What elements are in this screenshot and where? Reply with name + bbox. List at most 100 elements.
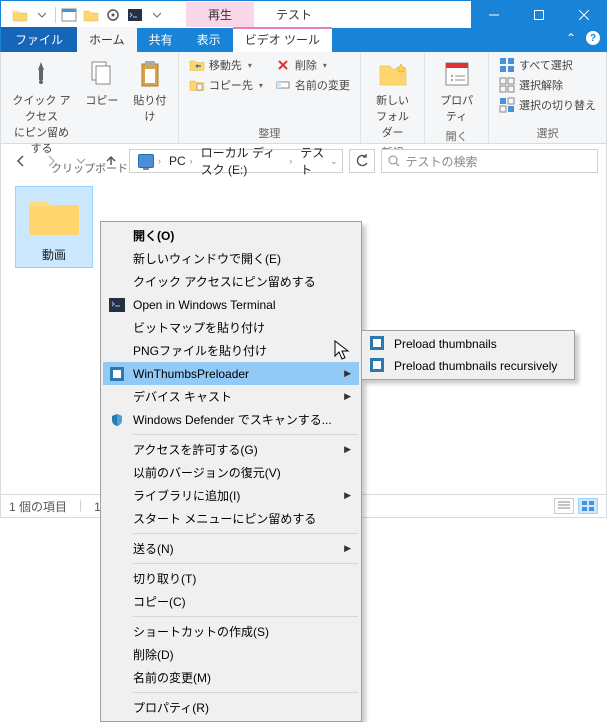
ctx-delete[interactable]: 削除(D)	[103, 643, 359, 666]
ribbon-group-clipboard: クイック アクセス にピン留めする コピー 貼り付け クリップボード	[1, 52, 179, 143]
ribbon-group-select: すべて選択 選択解除 選択の切り替え 選択	[489, 52, 606, 143]
help-icon[interactable]: ?	[586, 31, 600, 45]
view-details-button[interactable]	[554, 498, 574, 514]
ribbon-collapse-icon[interactable]: ⌃	[566, 31, 576, 45]
up-button[interactable]	[99, 149, 123, 173]
folder-item-selected[interactable]: 動画	[15, 186, 93, 268]
ctx-winthumbs[interactable]: WinThumbsPreloader▶	[103, 362, 359, 385]
new-folder-button[interactable]: 新しい フォルダー	[367, 56, 418, 142]
submenu-arrow-icon: ▶	[344, 444, 351, 455]
search-icon	[388, 155, 400, 167]
maximize-button[interactable]	[516, 1, 561, 29]
ctx-restore-prev[interactable]: 以前のバージョンの復元(V)	[103, 461, 359, 484]
shield-icon	[109, 412, 125, 428]
ctx-create-shortcut[interactable]: ショートカットの作成(S)	[103, 620, 359, 643]
select-all-button[interactable]: すべて選択	[495, 56, 600, 74]
search-box[interactable]: テストの検索	[381, 149, 599, 173]
ctx-send-to[interactable]: 送る(N)▶	[103, 537, 359, 560]
ctx-rename[interactable]: 名前の変更(M)	[103, 666, 359, 689]
folder-icon	[26, 191, 82, 237]
invert-selection-button[interactable]: 選択の切り替え	[495, 96, 600, 114]
tab-view[interactable]: 表示	[185, 27, 233, 52]
address-bar-row: › PC› ローカル ディスク (E:)› テスト ⌄ テストの検索	[0, 144, 607, 178]
ctx-copy[interactable]: コピー(C)	[103, 590, 359, 613]
ctx-add-library[interactable]: ライブラリに追加(I)▶	[103, 484, 359, 507]
sub-preload[interactable]: Preload thumbnails	[364, 333, 572, 355]
ctx-pin-quick-access[interactable]: クイック アクセスにピン留めする	[103, 270, 359, 293]
folder-icon	[9, 4, 31, 26]
ribbon-group-open: プロパティ 開く	[425, 52, 489, 143]
properties-button[interactable]: プロパティ	[431, 56, 482, 126]
forward-button[interactable]	[39, 149, 63, 173]
breadcrumb-pc[interactable]: ›	[134, 154, 165, 168]
winthumbs-icon	[109, 366, 125, 382]
ctx-paste-png[interactable]: PNGファイルを貼り付け	[103, 339, 359, 362]
winthumbs-icon	[370, 336, 386, 352]
ctx-cut[interactable]: 切り取り(T)	[103, 567, 359, 590]
ribbon-group-organize: 移動先▾ コピー先▾ 削除▾ 名前の変更 整理	[179, 52, 361, 143]
file-tab[interactable]: ファイル	[1, 27, 77, 52]
rename-button[interactable]: 名前の変更	[271, 76, 354, 94]
pin-quick-access-button[interactable]: クイック アクセス にピン留めする	[7, 56, 76, 158]
ctx-open-terminal[interactable]: Open in Windows Terminal	[103, 293, 359, 316]
view-icons-button[interactable]	[578, 498, 598, 514]
ctx-grant-access[interactable]: アクセスを許可する(G)▶	[103, 438, 359, 461]
ctx-open[interactable]: 開く(O)	[103, 224, 359, 247]
group-label-organize: 整理	[185, 123, 354, 141]
pc-icon	[138, 154, 154, 168]
group-label-select: 選択	[495, 123, 600, 141]
search-placeholder: テストの検索	[406, 153, 478, 170]
sub-preload-recursive[interactable]: Preload thumbnails recursively	[364, 355, 572, 377]
properties-icon[interactable]	[58, 4, 80, 26]
context-tab-play: 再生	[186, 2, 254, 27]
breadcrumb-folder[interactable]: テスト	[296, 144, 330, 178]
ribbon-tabs: ファイル ホーム 共有 表示 ビデオ ツール ⌃ ?	[0, 28, 607, 52]
address-bar[interactable]: › PC› ローカル ディスク (E:)› テスト ⌄	[129, 149, 343, 173]
gear-icon[interactable]	[102, 4, 124, 26]
contextual-tab-group: 再生 テスト	[186, 2, 334, 27]
quick-access-toolbar	[1, 4, 168, 26]
new-folder-icon[interactable]	[80, 4, 102, 26]
folder-label: 動画	[20, 246, 88, 263]
down-caret-icon[interactable]	[31, 4, 53, 26]
submenu-winthumbs: Preload thumbnails Preload thumbnails re…	[361, 330, 575, 380]
move-to-button[interactable]: 移動先▾	[185, 56, 267, 74]
winthumbs-icon	[370, 358, 386, 374]
window-controls	[471, 1, 606, 29]
ribbon: クイック アクセス にピン留めする コピー 貼り付け クリップボード 移動先▾ …	[0, 52, 607, 144]
breadcrumb-pc-label[interactable]: PC›	[165, 154, 197, 168]
ctx-open-new-window[interactable]: 新しいウィンドウで開く(E)	[103, 247, 359, 270]
submenu-arrow-icon: ▶	[344, 490, 351, 501]
ctx-pin-start[interactable]: スタート メニューにピン留めする	[103, 507, 359, 530]
back-button[interactable]	[9, 149, 33, 173]
qat-dropdown-icon[interactable]	[146, 4, 168, 26]
tab-share[interactable]: 共有	[137, 27, 185, 52]
submenu-arrow-icon: ▶	[344, 368, 351, 379]
refresh-button[interactable]	[349, 149, 375, 173]
breadcrumb-drive[interactable]: ローカル ディスク (E:)›	[197, 144, 297, 178]
ctx-paste-bitmap[interactable]: ビットマップを貼り付け	[103, 316, 359, 339]
copy-button[interactable]: コピー	[80, 56, 124, 110]
ctx-device-cast[interactable]: デバイス キャスト▶	[103, 385, 359, 408]
copy-to-button[interactable]: コピー先▾	[185, 76, 267, 94]
ctx-properties[interactable]: プロパティ(R)	[103, 696, 359, 719]
context-menu: 開く(O) 新しいウィンドウで開く(E) クイック アクセスにピン留めする Op…	[100, 221, 362, 722]
terminal-icon	[109, 297, 125, 313]
ctx-defender[interactable]: Windows Defender でスキャンする...	[103, 408, 359, 431]
submenu-arrow-icon: ▶	[344, 391, 351, 402]
select-none-button[interactable]: 選択解除	[495, 76, 600, 94]
minimize-button[interactable]	[471, 1, 516, 29]
ribbon-group-new: 新しい フォルダー 新規	[361, 52, 425, 143]
tab-video-tools[interactable]: ビデオ ツール	[233, 27, 332, 52]
delete-button[interactable]: 削除▾	[271, 56, 354, 74]
close-button[interactable]	[561, 1, 606, 29]
group-label-open: 開く	[431, 126, 482, 144]
tab-home[interactable]: ホーム	[77, 27, 137, 52]
paste-button[interactable]: 貼り付け	[128, 56, 172, 126]
status-item-count: 1 個の項目	[9, 498, 67, 515]
address-dropdown-icon[interactable]: ⌄	[330, 156, 338, 167]
recent-dropdown-icon[interactable]	[69, 149, 93, 173]
title-bar: 再生 テスト	[0, 0, 607, 28]
submenu-arrow-icon: ▶	[344, 543, 351, 554]
terminal-icon[interactable]	[124, 4, 146, 26]
